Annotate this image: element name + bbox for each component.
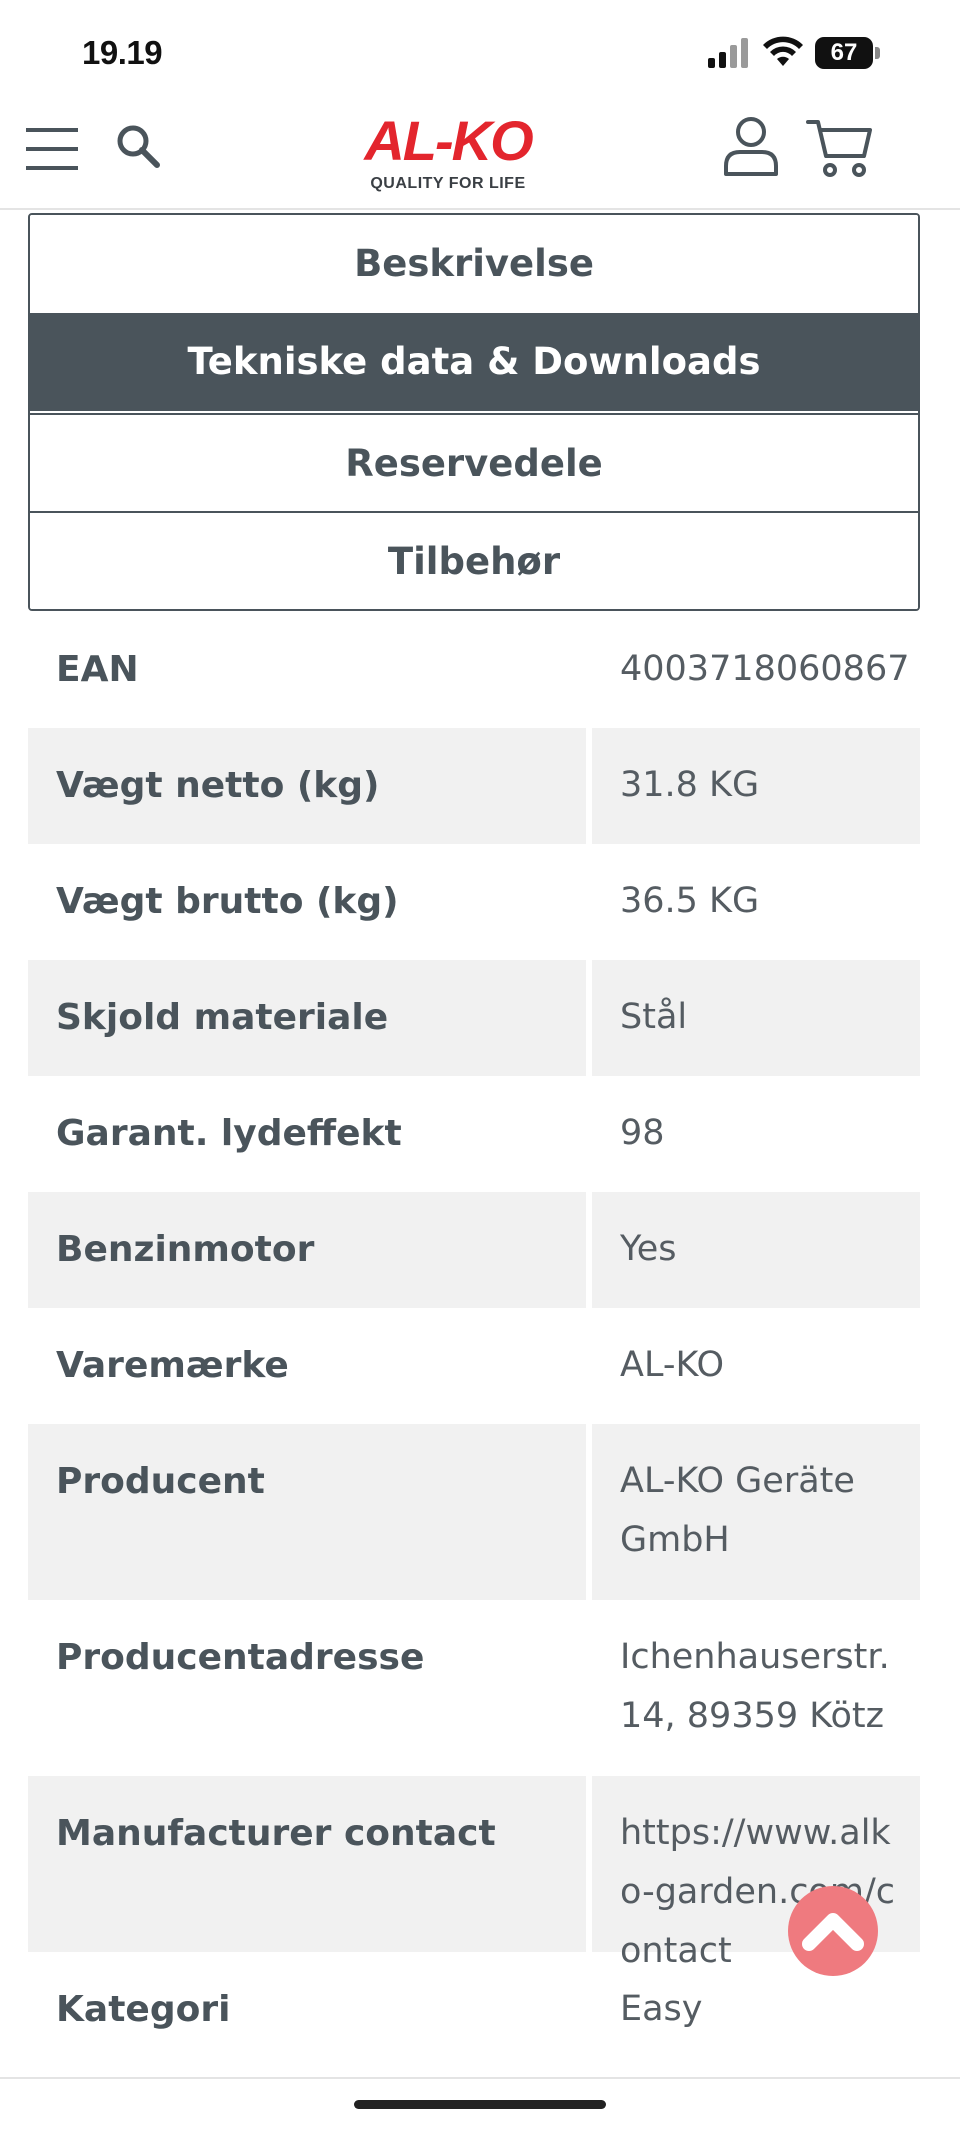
- battery-icon: 67: [815, 37, 881, 69]
- product-tabs: Beskrivelse Tekniske data & Downloads Re…: [28, 213, 920, 611]
- wifi-icon: [763, 36, 803, 66]
- tab-tekniske-data[interactable]: Tekniske data & Downloads: [30, 313, 918, 411]
- spec-table: EAN 4003718060867 Vægt netto (kg) 31.8 K…: [28, 612, 920, 2068]
- account-icon[interactable]: [722, 116, 780, 178]
- spec-row-manufacturer-address: Producentadresse Ichenhauserstr. 14, 893…: [28, 1600, 920, 1776]
- spec-value: 36.5 KG: [620, 881, 760, 921]
- spec-value: Easy: [620, 1989, 703, 2029]
- spec-key: Varemærke: [56, 1345, 289, 1386]
- spec-row-sound-power: Garant. lydeffekt LwA[db(A)] 98: [28, 1076, 920, 1270]
- spec-value: Ichenhauserstr. 14, 89359 Kötz: [620, 1637, 890, 1736]
- spec-key: EAN: [56, 649, 139, 690]
- menu-icon[interactable]: [26, 126, 80, 172]
- spec-key: Vægt brutto (kg): [56, 881, 399, 922]
- spec-value: 98: [620, 1113, 665, 1153]
- logo-text: AL-KO: [364, 109, 533, 172]
- spec-key: Producent: [28, 1424, 586, 1600]
- spec-key: Garant. lydeffekt LwA[db(A)]: [56, 1113, 402, 1270]
- spec-key: Benzinmotor: [28, 1192, 586, 1308]
- status-bar: 19.19 67: [0, 0, 960, 100]
- battery-level: 67: [830, 39, 858, 66]
- tab-beskrivelse[interactable]: Beskrivelse: [30, 215, 918, 313]
- cellular-signal-icon: [708, 38, 748, 68]
- tab-reservedele[interactable]: Reservedele: [30, 413, 918, 511]
- spec-value: AL-KO: [620, 1345, 725, 1385]
- brand-logo[interactable]: AL-KO QUALITY FOR LIFE: [348, 110, 548, 200]
- status-time: 19.19: [82, 34, 163, 71]
- spec-row-manufacturer-contact: Manufacturer contact https://www.alko-ga…: [28, 1776, 920, 1971]
- spec-row-brand: Varemærke AL-KO: [28, 1308, 920, 1424]
- spec-row-shield-material: Skjold materiale Stål: [28, 960, 920, 1076]
- logo-tagline: QUALITY FOR LIFE: [370, 175, 526, 192]
- spec-value: Yes: [592, 1192, 920, 1308]
- spec-row-weight-gross: Vægt brutto (kg) 36.5 KG: [28, 844, 920, 960]
- spec-value: 31.8 KG: [592, 728, 920, 844]
- spec-value: Stål: [592, 960, 920, 1076]
- spec-row-weight-net: Vægt netto (kg) 31.8 KG: [28, 728, 920, 844]
- spec-key: Producentadresse: [56, 1637, 425, 1678]
- spec-value: 4003718060867: [620, 649, 910, 689]
- spec-row-ean: EAN 4003718060867: [28, 612, 920, 728]
- site-header: AL-KO QUALITY FOR LIFE: [0, 100, 960, 210]
- spec-key: Vægt netto (kg): [28, 728, 586, 844]
- search-icon[interactable]: [114, 122, 164, 172]
- spec-row-manufacturer: Producent AL-KO Geräte GmbH: [28, 1424, 920, 1600]
- cart-icon[interactable]: [806, 118, 872, 178]
- spec-value: AL-KO Geräte GmbH: [592, 1424, 920, 1600]
- tab-tilbehor[interactable]: Tilbehør: [30, 511, 918, 609]
- spec-row-petrol-engine: Benzinmotor Yes: [28, 1192, 920, 1308]
- home-indicator[interactable]: [354, 2100, 606, 2109]
- footer-divider: [0, 2077, 960, 2079]
- spec-key: Manufacturer contact: [28, 1776, 586, 1952]
- chevron-up-icon: [802, 1913, 864, 1951]
- spec-key: Skjold materiale: [28, 960, 586, 1076]
- spec-key: Kategori: [56, 1989, 231, 2030]
- spec-row-category: Kategori Easy: [28, 1952, 920, 2068]
- scroll-to-top-button[interactable]: [788, 1886, 878, 1976]
